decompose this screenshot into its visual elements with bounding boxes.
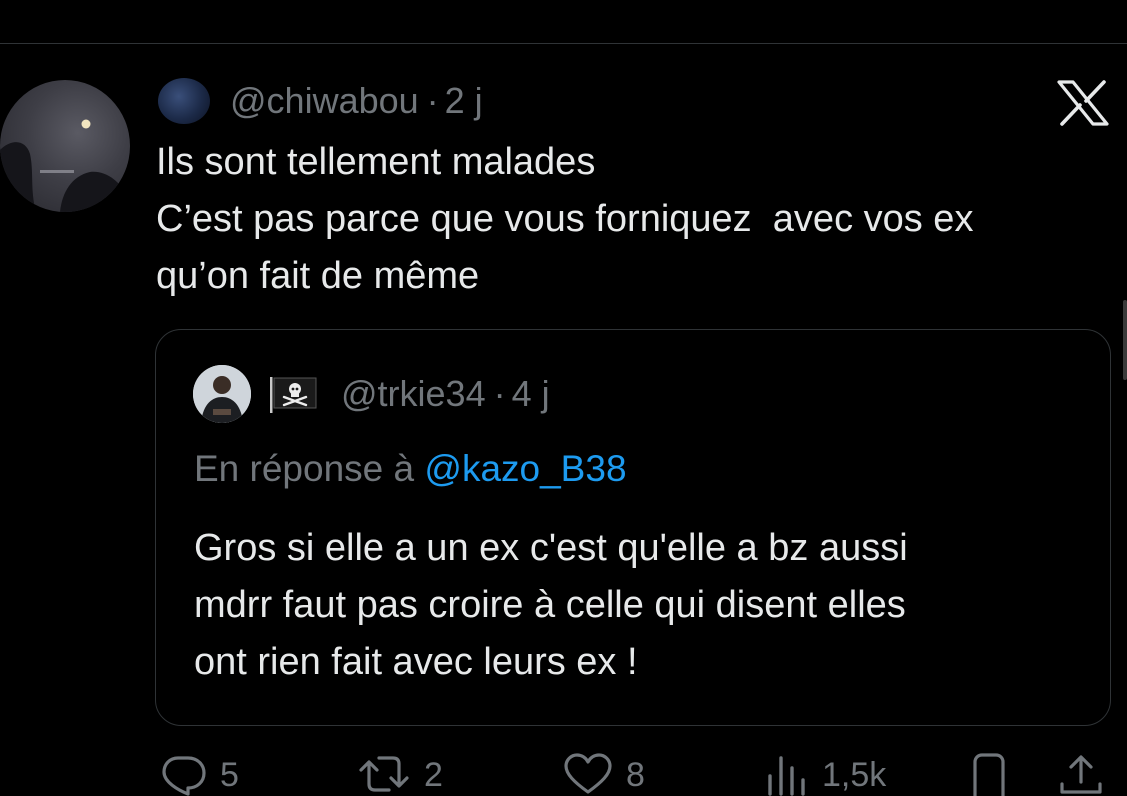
bookmark-button[interactable] bbox=[966, 752, 1012, 796]
pirate-flag-icon bbox=[270, 377, 317, 413]
tweet-text-line: Ils sont tellement malades bbox=[156, 141, 596, 183]
quoted-tweet-card[interactable]: @trkie34 · 4 j En réponse à @kazo_B38 Gr… bbox=[155, 329, 1111, 726]
quoted-tweet-text-line: ont rien fait avec leurs ex ! bbox=[194, 641, 638, 683]
views-count: 1,5k bbox=[822, 756, 887, 794]
share-icon bbox=[1060, 755, 1102, 794]
quoted-tweet-text: Gros si elle a un ex c'est qu'elle a bz … bbox=[194, 520, 1094, 691]
retweet-button[interactable]: 2 bbox=[356, 752, 443, 796]
separator-dot: · bbox=[426, 80, 439, 121]
tweet-time[interactable]: 2 j bbox=[445, 80, 483, 122]
reply-prefix: En réponse à bbox=[194, 448, 415, 489]
reply-icon bbox=[162, 756, 206, 796]
reply-mention-link[interactable]: @kazo_B38 bbox=[424, 448, 626, 489]
scrollbar[interactable] bbox=[1122, 0, 1127, 792]
views-chart-icon bbox=[768, 756, 805, 796]
retweet-count: 2 bbox=[424, 756, 443, 794]
bookmark-icon bbox=[973, 753, 1005, 796]
retweet-icon bbox=[359, 756, 409, 792]
quoted-author-avatar[interactable] bbox=[193, 365, 251, 423]
views-button[interactable]: 1,5k bbox=[764, 752, 886, 796]
reply-count: 5 bbox=[220, 756, 239, 794]
x-logo-icon[interactable] bbox=[1057, 80, 1109, 126]
reply-button[interactable]: 5 bbox=[158, 752, 239, 796]
author-avatar[interactable] bbox=[0, 80, 130, 212]
reply-context: En réponse à @kazo_B38 bbox=[194, 448, 627, 490]
quoted-tweet-time[interactable]: 4 j bbox=[512, 373, 550, 415]
scrollbar-thumb[interactable] bbox=[1123, 300, 1127, 380]
quoted-author-handle[interactable]: @trkie34 bbox=[341, 373, 486, 415]
like-count: 8 bbox=[626, 756, 645, 794]
author-small-avatar[interactable] bbox=[158, 78, 210, 124]
author-handle[interactable]: @chiwabou bbox=[230, 80, 419, 122]
top-divider bbox=[0, 43, 1127, 44]
quoted-tweet-text-line: Gros si elle a un ex c'est qu'elle a bz … bbox=[194, 527, 908, 569]
separator-dot: · bbox=[493, 373, 506, 414]
tweet-action-bar: 5 2 8 1,5k bbox=[0, 752, 1127, 796]
share-button[interactable] bbox=[1056, 752, 1106, 796]
quoted-tweet-text-line: mdrr faut pas croire à celle qui disent … bbox=[194, 584, 906, 626]
tweet-text: Ils sont tellement malades C’est pas par… bbox=[156, 134, 1126, 305]
tweet-text-line: qu’on fait de même bbox=[156, 255, 480, 297]
heart-icon bbox=[564, 753, 612, 794]
tweet-header: @chiwabou · 2 j bbox=[158, 78, 483, 124]
tweet-text-line: C’est pas parce que vous forniquez avec … bbox=[156, 198, 974, 240]
quoted-tweet-header: @trkie34 · 4 j bbox=[193, 365, 550, 423]
like-button[interactable]: 8 bbox=[562, 752, 645, 796]
